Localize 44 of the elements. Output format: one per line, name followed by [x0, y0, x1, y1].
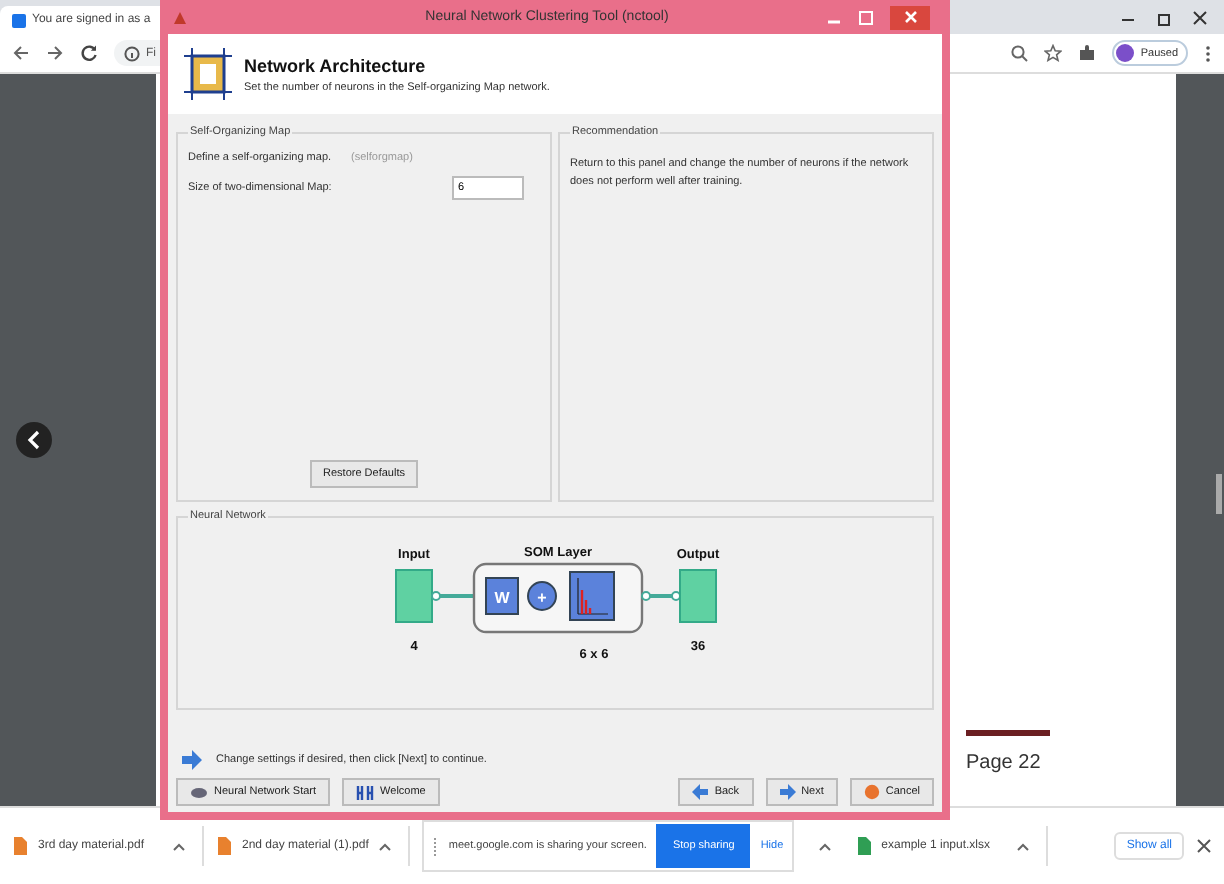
weight-label: W — [493, 589, 509, 607]
reload-icon[interactable] — [80, 44, 98, 62]
connector-line — [430, 591, 477, 601]
previous-page-button[interactable] — [16, 422, 52, 458]
network-architecture-icon — [184, 48, 232, 100]
star-icon[interactable] — [1044, 44, 1063, 62]
maximize-icon[interactable] — [858, 9, 874, 25]
info-icon — [124, 45, 140, 61]
cancel-icon — [863, 784, 880, 800]
bars-icon — [356, 785, 375, 799]
sum-label: + — [536, 589, 546, 607]
output-block — [678, 569, 716, 623]
input-block — [394, 569, 432, 623]
sum-node — [526, 581, 556, 611]
weight-block — [484, 577, 518, 615]
page-number: Page 22 — [966, 752, 1041, 774]
close-icon[interactable] — [1192, 9, 1208, 25]
caret-icon[interactable] — [817, 841, 832, 851]
avatar-icon — [1116, 44, 1135, 62]
scrollbar[interactable] — [1216, 474, 1222, 514]
transfer-function-icon — [568, 571, 614, 621]
chevron-left-icon — [26, 430, 42, 450]
next-arrow-icon — [779, 784, 796, 800]
close-button[interactable] — [890, 5, 930, 29]
restore-icon[interactable] — [1156, 9, 1172, 25]
menu-icon[interactable] — [1204, 43, 1212, 63]
pdf-file-icon — [12, 836, 28, 856]
app-icon — [172, 9, 188, 25]
caret-icon[interactable] — [172, 841, 186, 851]
pdf-file-icon — [216, 836, 232, 856]
zoom-icon[interactable] — [1010, 44, 1029, 62]
caret-icon[interactable] — [378, 841, 393, 851]
close-icon[interactable] — [1196, 838, 1212, 854]
caret-icon[interactable] — [1015, 841, 1030, 851]
close-icon — [903, 10, 917, 24]
back-icon[interactable] — [12, 44, 30, 62]
header-title: Network Architecture — [244, 55, 428, 75]
site-icon — [12, 13, 26, 27]
back-arrow-icon — [692, 784, 709, 800]
drag-handle-icon[interactable] — [432, 837, 439, 855]
connector-line — [640, 591, 680, 601]
forward-icon[interactable] — [46, 44, 64, 62]
arrow-icon — [182, 750, 202, 770]
spreadsheet-file-icon — [855, 836, 872, 856]
